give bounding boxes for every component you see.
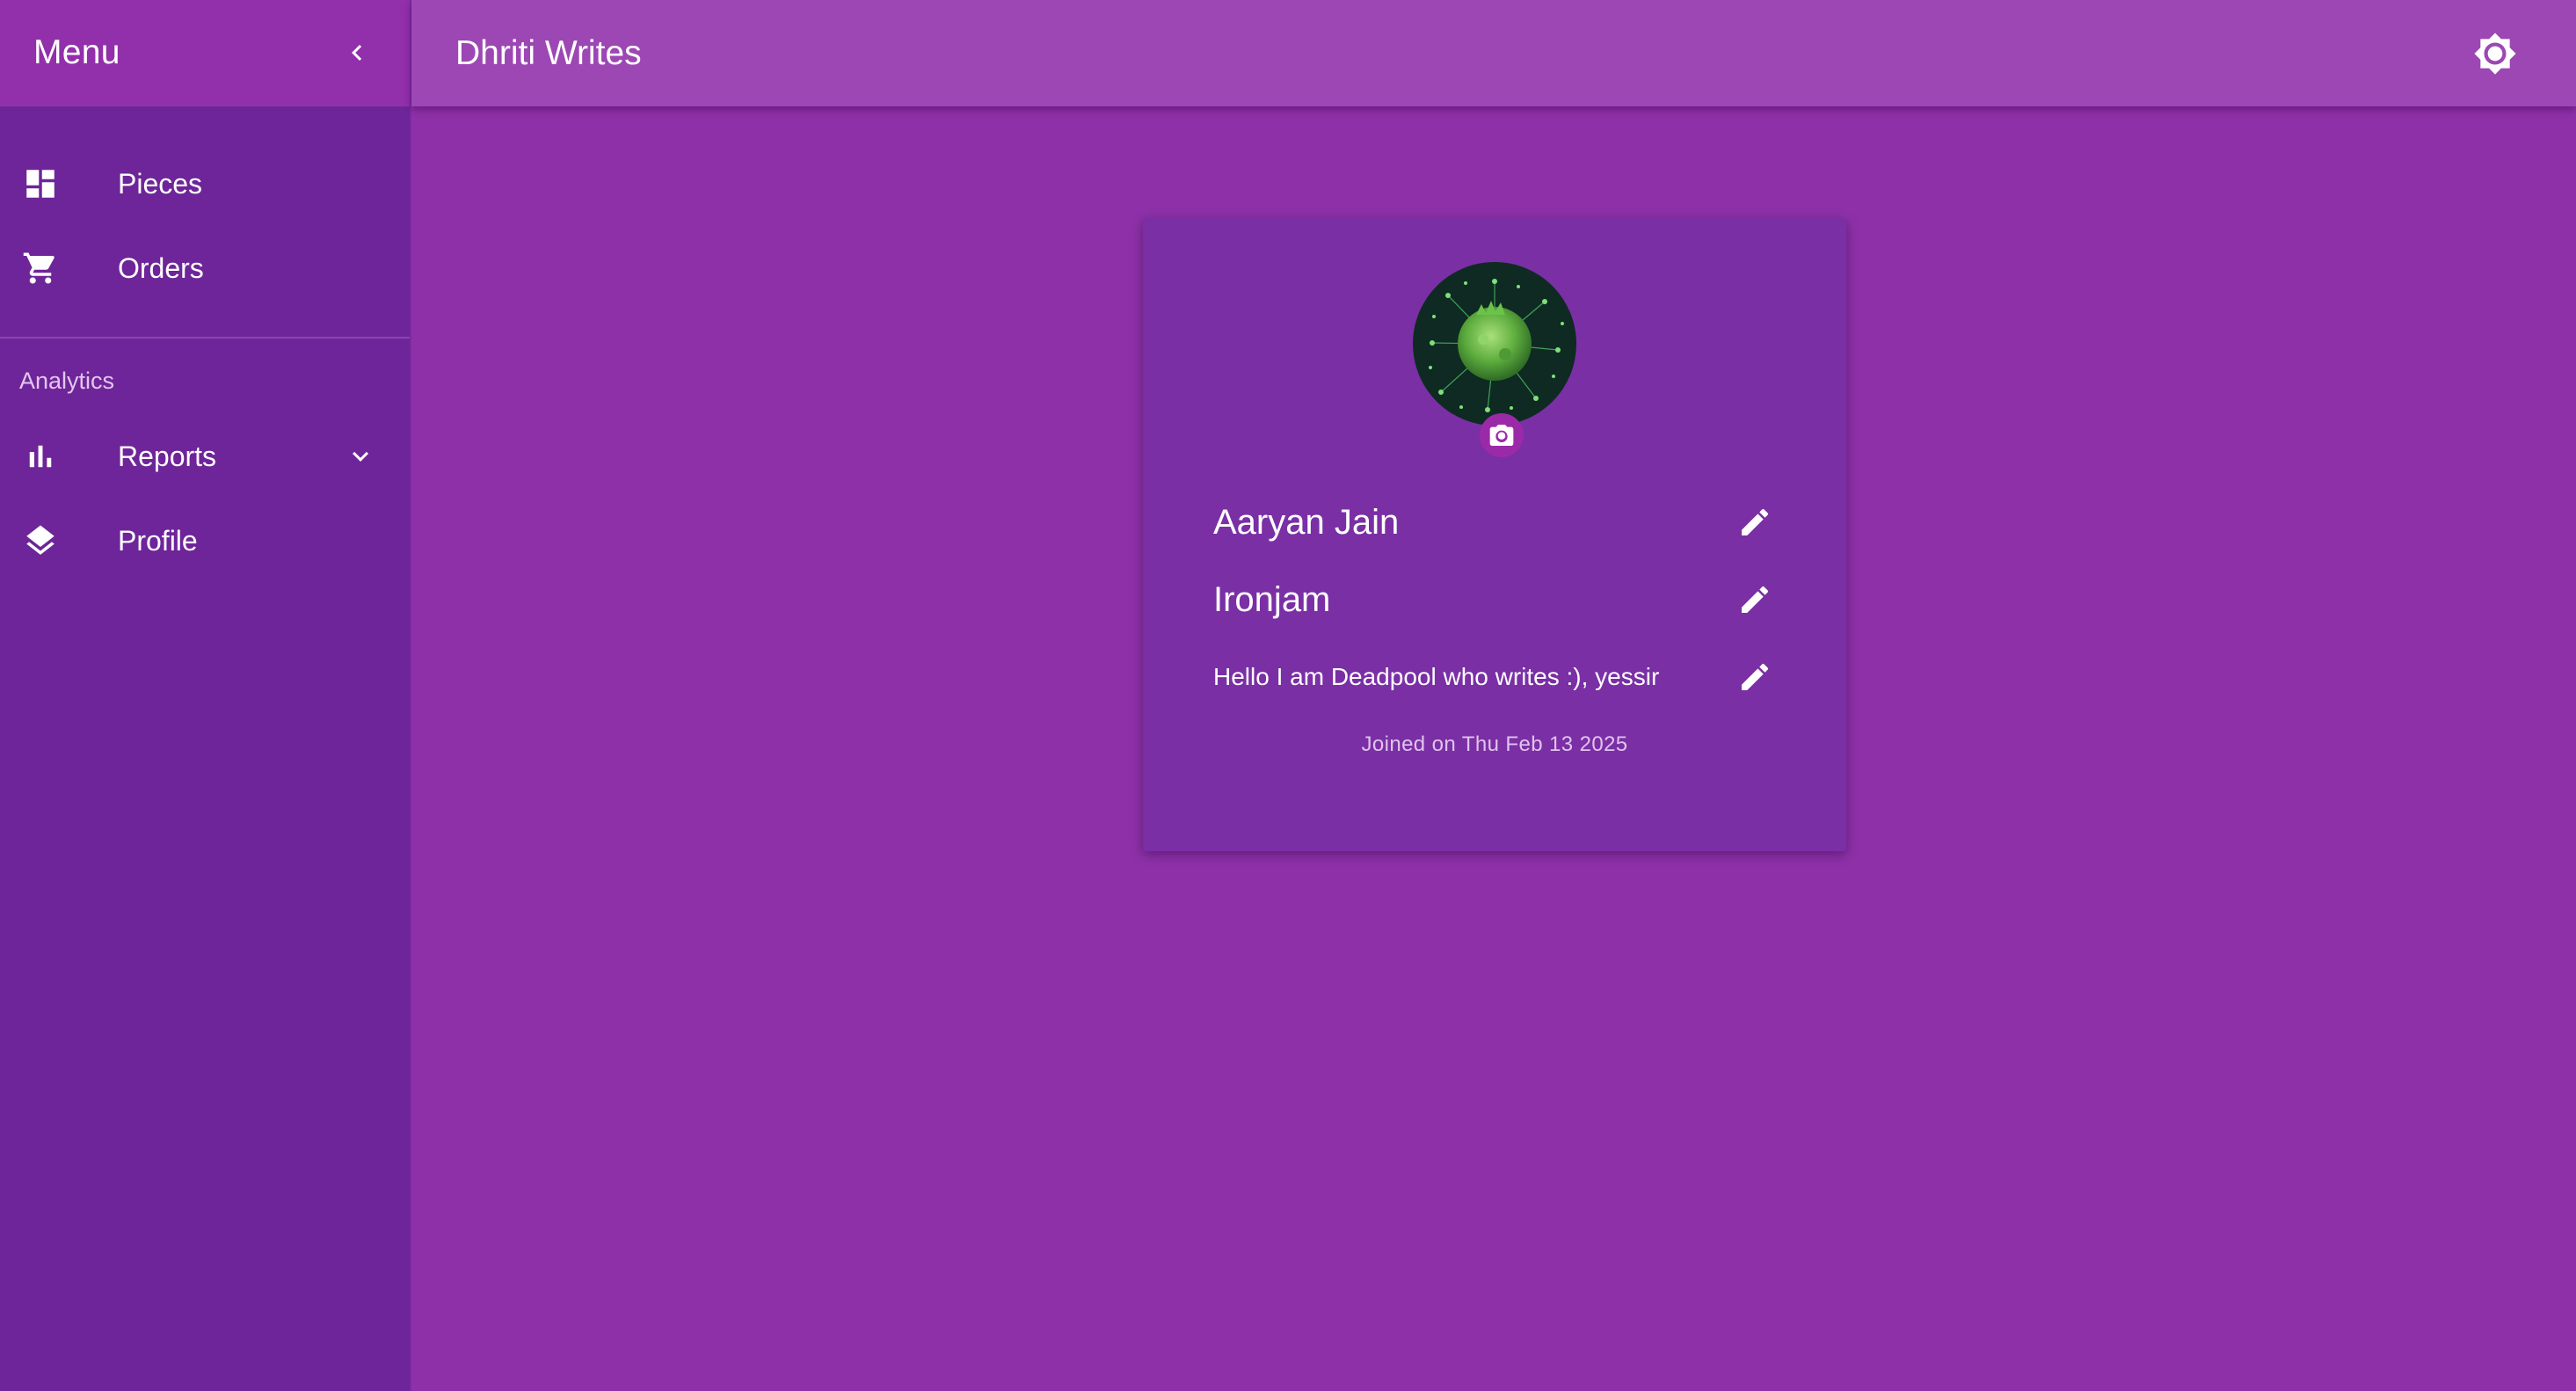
edit-name-button[interactable] (1734, 501, 1776, 543)
pencil-icon (1742, 663, 1769, 690)
sidebar-item-orders[interactable]: Orders (0, 226, 410, 310)
edit-username-button[interactable] (1734, 579, 1776, 621)
collapse-sidebar-button[interactable] (336, 32, 378, 74)
pencil-icon (1742, 508, 1769, 535)
camera-icon (1489, 425, 1514, 446)
layers-icon (22, 522, 59, 559)
chevron-down-icon (353, 451, 368, 462)
sidebar-header: Menu (0, 0, 410, 106)
joined-date: Joined on Thu Feb 13 2025 (1361, 732, 1628, 756)
sidebar: Menu Pieces Orders Analytics Reports Pro… (0, 0, 411, 1391)
sidebar-item-pieces[interactable]: Pieces (0, 142, 410, 226)
sidebar-item-label: Reports (118, 440, 217, 472)
chevron-left-icon (352, 44, 362, 61)
edit-bio-button[interactable] (1734, 656, 1776, 698)
dashboard-icon (22, 165, 59, 202)
profile-bio: Hello I am Deadpool who writes :), yessi… (1213, 663, 1660, 690)
app-title: Dhriti Writes (455, 33, 642, 72)
profile-name: Aaryan Jain (1213, 502, 1400, 542)
theme-toggle-button[interactable] (2470, 29, 2520, 78)
section-label-analytics: Analytics (19, 368, 115, 394)
name-row: Aaryan Jain (1213, 501, 1776, 543)
app-bar: Dhriti Writes (411, 0, 2576, 106)
pencil-icon (1742, 586, 1769, 613)
sidebar-title: Menu (33, 33, 120, 71)
sidebar-item-profile[interactable]: Profile (0, 499, 410, 583)
sidebar-divider (0, 337, 410, 339)
brightness-icon (2474, 32, 2516, 75)
upload-photo-button[interactable] (1480, 413, 1524, 457)
username-row: Ironjam (1213, 579, 1776, 621)
sidebar-item-label: Orders (118, 251, 204, 284)
bio-row: Hello I am Deadpool who writes :), yessi… (1213, 656, 1776, 698)
sidebar-item-label: Profile (118, 524, 198, 557)
profile-card: Aaryan Jain Ironjam Hello I am Deadpool … (1143, 218, 1846, 851)
sidebar-item-reports[interactable]: Reports (0, 414, 410, 499)
bar-chart-icon (22, 438, 59, 475)
sidebar-item-label: Pieces (118, 167, 203, 200)
profile-username: Ironjam (1213, 579, 1331, 619)
avatar[interactable] (1413, 262, 1576, 426)
sidebar-nav: Pieces Orders Analytics Reports Profile (0, 106, 410, 583)
cart-icon (22, 250, 59, 287)
